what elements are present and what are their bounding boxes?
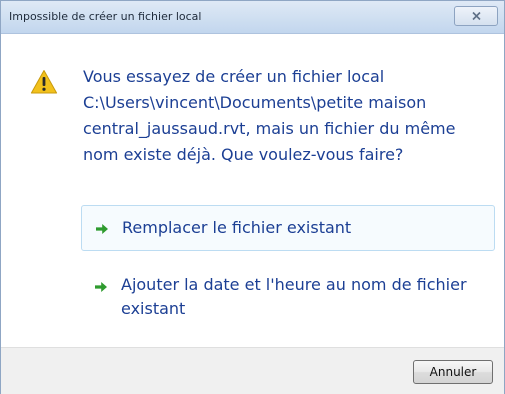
dialog-window: Impossible de créer un fichier local Vou… [0,0,505,394]
add-date-option[interactable]: Ajouter la date et l'heure au nom de fic… [81,267,495,331]
cancel-button[interactable]: Annuler [413,360,493,384]
green-arrow-icon [96,224,108,234]
message-line: C:\Users\vincent\Documents\petite maison [83,93,427,112]
option-label: Remplacer le fichier existant [122,218,352,237]
close-button[interactable] [454,6,498,26]
dialog-title: Impossible de créer un fichier local [9,10,202,23]
message-line: nom existe déjà. Que voulez-vous faire? [83,145,404,164]
green-arrow-icon [95,282,107,292]
dialog-message: Vous essayez de créer un fichier local C… [83,64,493,168]
warning-icon [30,70,58,94]
replace-file-option[interactable]: Remplacer le fichier existant [81,205,495,251]
option-label: Ajouter la date et l'heure au nom de fic… [121,275,467,318]
dialog-footer: Annuler [1,347,504,394]
dialog-content: Vous essayez de créer un fichier local C… [1,34,504,347]
title-bar[interactable]: Impossible de créer un fichier local [1,1,504,34]
message-line: Vous essayez de créer un fichier local [83,67,385,86]
close-icon [471,11,481,21]
message-line: central_jaussaud.rvt, mais un fichier du… [83,119,456,138]
